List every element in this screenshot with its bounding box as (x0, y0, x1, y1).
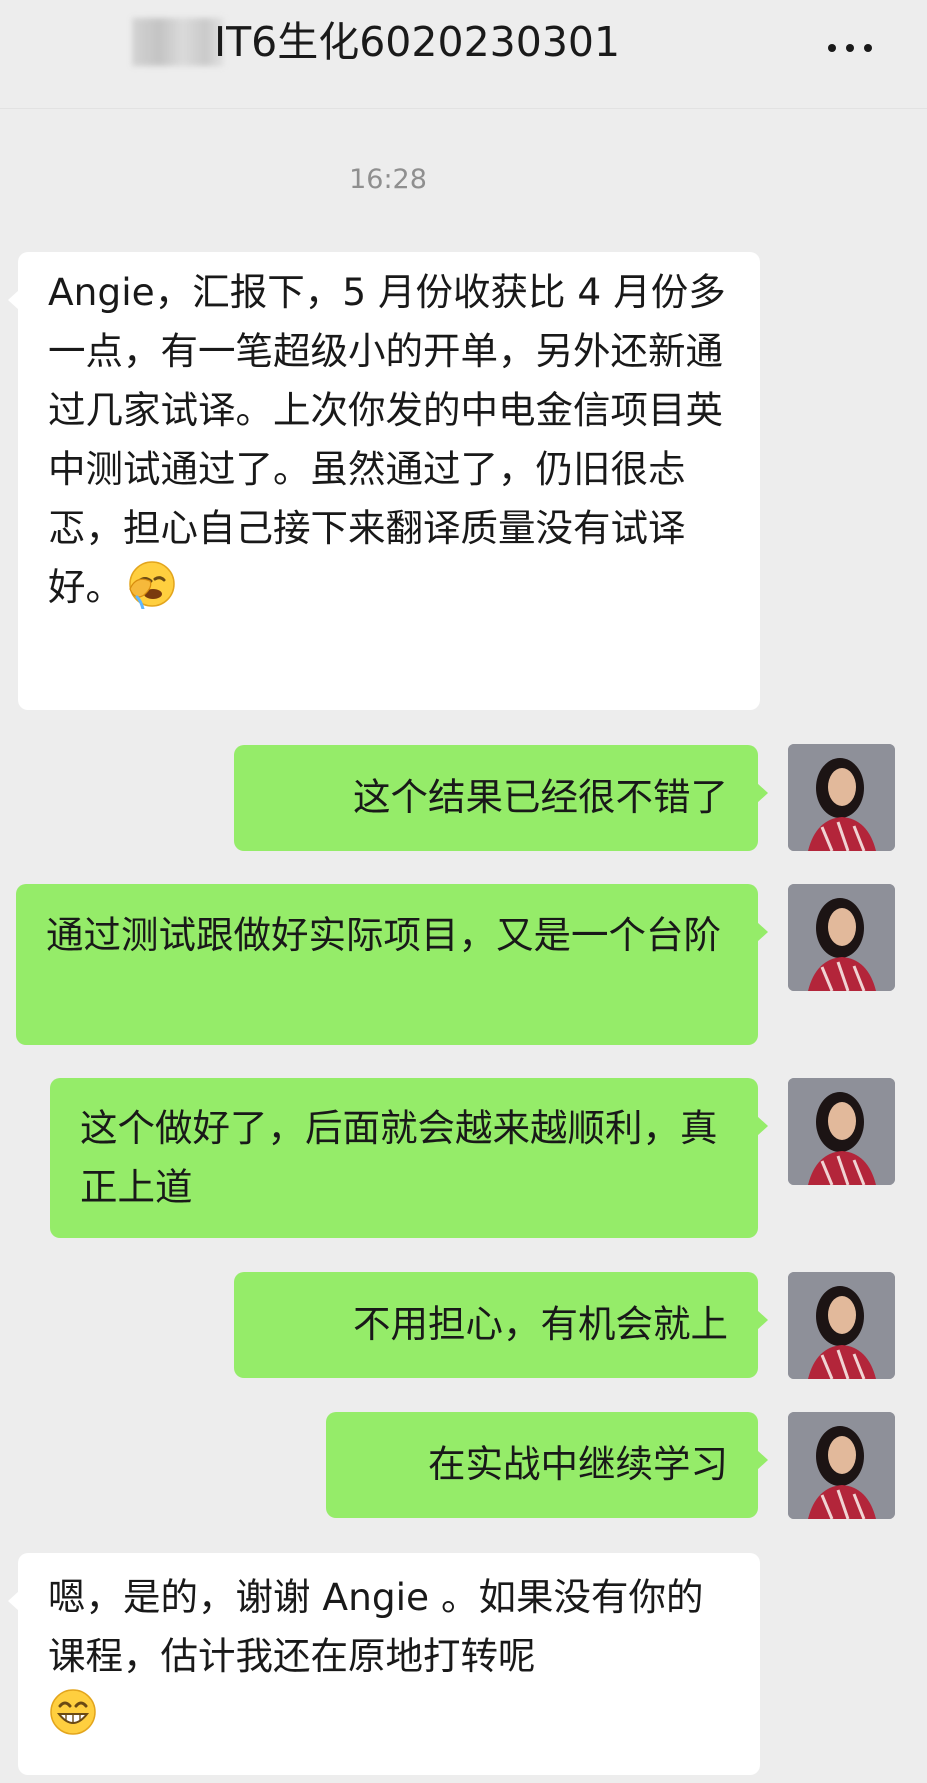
more-icon[interactable] (820, 22, 880, 72)
avatar[interactable] (788, 1412, 895, 1519)
message-text: 这个做好了，后面就会越来越顺利，真正上道 (80, 1106, 718, 1209)
message-text: 通过测试跟做好实际项目，又是一个台阶 (46, 913, 721, 957)
outgoing-message[interactable]: 这个做好了，后面就会越来越顺利，真正上道 (50, 1078, 768, 1238)
message-text: 不用担心，有机会就上 (353, 1302, 728, 1346)
outgoing-message[interactable]: 这个结果已经很不错了 (234, 745, 768, 851)
incoming-message[interactable]: 嗯，是的，谢谢 Angie 。如果没有你的课程，估计我还在原地打转呢 (8, 1553, 760, 1775)
facepalm-emoji-icon (127, 559, 177, 611)
avatar[interactable] (788, 1272, 895, 1379)
avatar[interactable] (788, 1078, 895, 1185)
message-timestamp: 16:28 (349, 164, 427, 195)
incoming-message[interactable]: Angie，汇报下，5 月份收获比 4 月份多一点，有一笔超级小的开单，另外还新… (8, 252, 760, 710)
blurred-contact-name (132, 18, 224, 66)
message-text: 这个结果已经很不错了 (353, 775, 728, 819)
chat-header: IT6生化6020230301 (0, 0, 927, 109)
grin-emoji-icon (48, 1687, 98, 1737)
outgoing-message[interactable]: 不用担心，有机会就上 (234, 1272, 768, 1378)
chat-title[interactable]: IT6生化6020230301 (214, 16, 620, 68)
avatar[interactable] (788, 744, 895, 851)
outgoing-message[interactable]: 在实战中继续学习 (326, 1412, 768, 1518)
message-text: 嗯，是的，谢谢 Angie 。如果没有你的课程，估计我还在原地打转呢 (48, 1575, 704, 1678)
outgoing-message[interactable]: 通过测试跟做好实际项目，又是一个台阶 (16, 884, 768, 1045)
avatar[interactable] (788, 884, 895, 991)
message-text: 在实战中继续学习 (428, 1442, 728, 1486)
